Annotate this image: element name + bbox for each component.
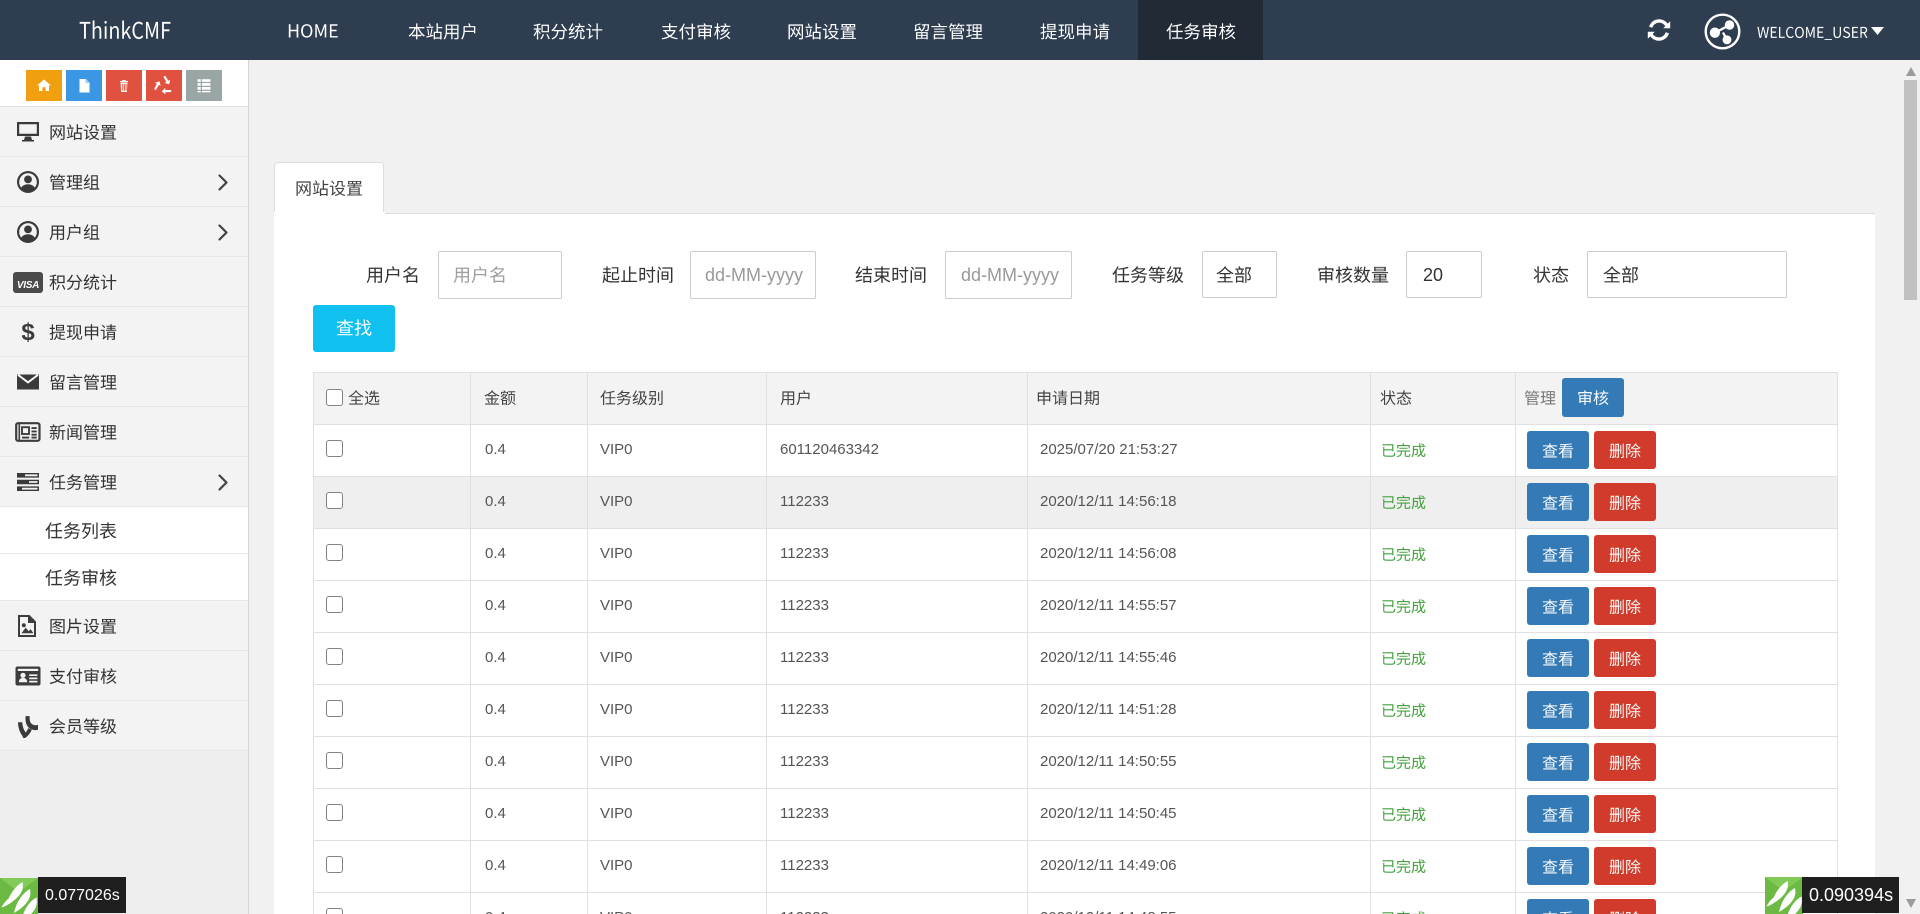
svg-text:$: $ bbox=[21, 320, 35, 344]
svg-text:VISA: VISA bbox=[17, 279, 39, 290]
